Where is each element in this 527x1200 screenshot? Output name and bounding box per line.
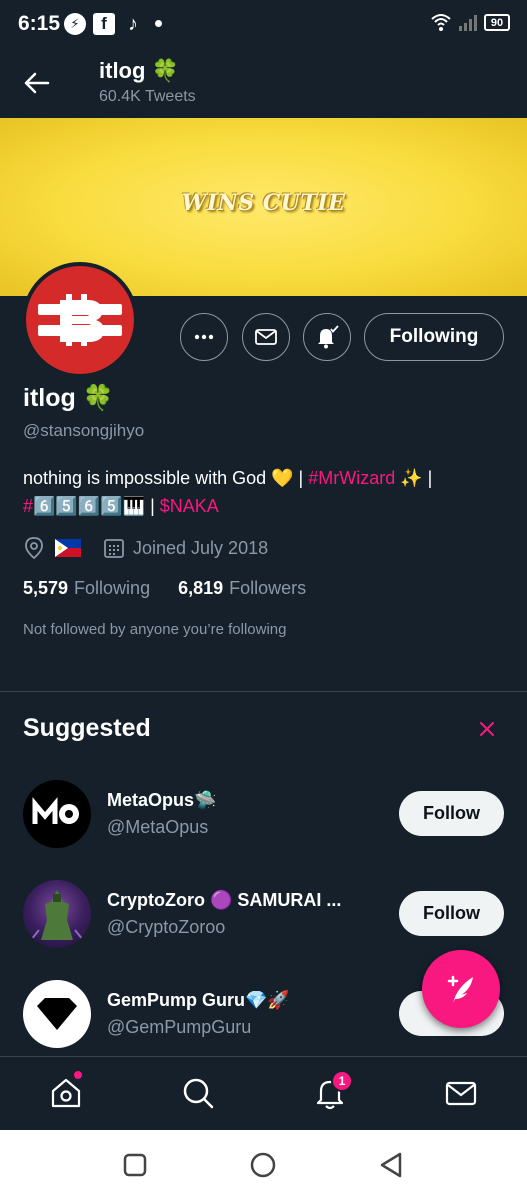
- location-icon: [25, 537, 43, 560]
- search-icon[interactable]: [180, 1075, 216, 1111]
- bio-hashtag-link[interactable]: #MrWizard: [308, 468, 395, 488]
- tiktok-icon: ♪: [128, 12, 138, 35]
- header-title: itlog 🍀: [99, 58, 179, 83]
- bell-plus-icon: [318, 325, 339, 349]
- bottom-nav: [0, 1057, 527, 1130]
- piano-emoji: 🎹: [122, 496, 146, 516]
- compose-feather-icon: [447, 975, 473, 1003]
- message-button[interactable]: [242, 313, 290, 361]
- calendar-icon: [104, 539, 124, 558]
- recent-apps-icon[interactable]: [122, 1152, 148, 1178]
- notifications-button[interactable]: [303, 313, 351, 361]
- profile-meta-row: Joined July 2018: [23, 534, 268, 562]
- bio-hashtag-link[interactable]: #6️⃣5️⃣6️⃣5️⃣: [23, 496, 123, 516]
- notification-badge: 1: [331, 1070, 353, 1092]
- bio-text: nothing is impossible with God 💛 |: [23, 468, 309, 488]
- profile-handle: @stansongjihyo: [23, 421, 145, 440]
- home-unread-dot: [74, 1071, 82, 1079]
- status-time: 6:15: [18, 12, 61, 35]
- philippines-flag-icon: [55, 539, 81, 557]
- compose-tweet-button[interactable]: [422, 950, 500, 1028]
- home-circle-icon[interactable]: [249, 1151, 277, 1179]
- divider: [0, 691, 527, 692]
- following-stat[interactable]: 5,579 Following: [23, 578, 150, 599]
- following-button[interactable]: Following: [364, 313, 504, 361]
- bio-cashtag-link[interactable]: $NAKA: [160, 496, 219, 516]
- suggested-name: CryptoZoro 🟣 SAMURAI ...: [107, 890, 342, 910]
- avatar[interactable]: [23, 880, 91, 948]
- bio-text: ✨ |: [395, 468, 433, 488]
- suggested-name: MetaOpus🛸: [107, 790, 217, 810]
- close-icon[interactable]: [476, 718, 498, 740]
- mail-icon[interactable]: [443, 1075, 479, 1111]
- joined-date: Joined July 2018: [133, 537, 269, 558]
- facebook-icon: f: [93, 13, 115, 35]
- avatar[interactable]: [23, 780, 91, 848]
- mail-icon: [255, 329, 277, 345]
- avatar[interactable]: [23, 980, 91, 1048]
- bitcoin-logo-icon: [38, 294, 122, 346]
- suggested-handle: @GemPumpGuru: [107, 1017, 252, 1037]
- back-arrow-icon[interactable]: [22, 70, 52, 96]
- suggested-account[interactable]: MetaOpus🛸 @MetaOpus Follow: [0, 780, 527, 880]
- banner-text: WINS CUTIE: [181, 190, 346, 216]
- messenger-icon: ⚡: [64, 13, 86, 35]
- follow-button[interactable]: Follow: [399, 791, 504, 836]
- suggested-handle: @MetaOpus: [107, 817, 209, 837]
- android-nav-bar: [0, 1130, 527, 1200]
- profile-name: itlog 🍀: [23, 384, 114, 412]
- profile-avatar[interactable]: [22, 262, 138, 378]
- metaopus-logo-icon: [32, 797, 79, 824]
- signal-icon: [459, 15, 477, 31]
- suggested-handle: @CryptoZoroo: [107, 917, 226, 937]
- suggested-title: Suggested: [23, 714, 151, 742]
- status-bar: 6:15 ⚡ f ♪ 90: [0, 0, 527, 48]
- bio-text: |: [145, 496, 160, 516]
- more-button[interactable]: [180, 313, 228, 361]
- wifi-icon: [431, 14, 451, 31]
- more-icon: [194, 334, 214, 340]
- back-triangle-icon[interactable]: [378, 1151, 404, 1179]
- not-followed-note: Not followed by anyone you’re following: [23, 621, 287, 638]
- follow-button[interactable]: Follow: [399, 891, 504, 936]
- home-icon[interactable]: [48, 1075, 84, 1111]
- suggested-name: GemPump Guru💎🚀: [107, 990, 290, 1010]
- diamond-logo-icon: [37, 998, 77, 1030]
- profile-bio: nothing is impossible with God 💛 | #MrWi…: [23, 464, 513, 520]
- samurai-figure-icon: [30, 890, 84, 941]
- battery-icon: 90: [484, 14, 510, 31]
- followers-stat[interactable]: 6,819 Followers: [178, 578, 306, 599]
- follow-stats: 5,579 Following 6,819 Followers: [23, 578, 306, 599]
- notification-dot-icon: [155, 20, 162, 27]
- header-tweet-count: 60.4K Tweets: [99, 88, 196, 105]
